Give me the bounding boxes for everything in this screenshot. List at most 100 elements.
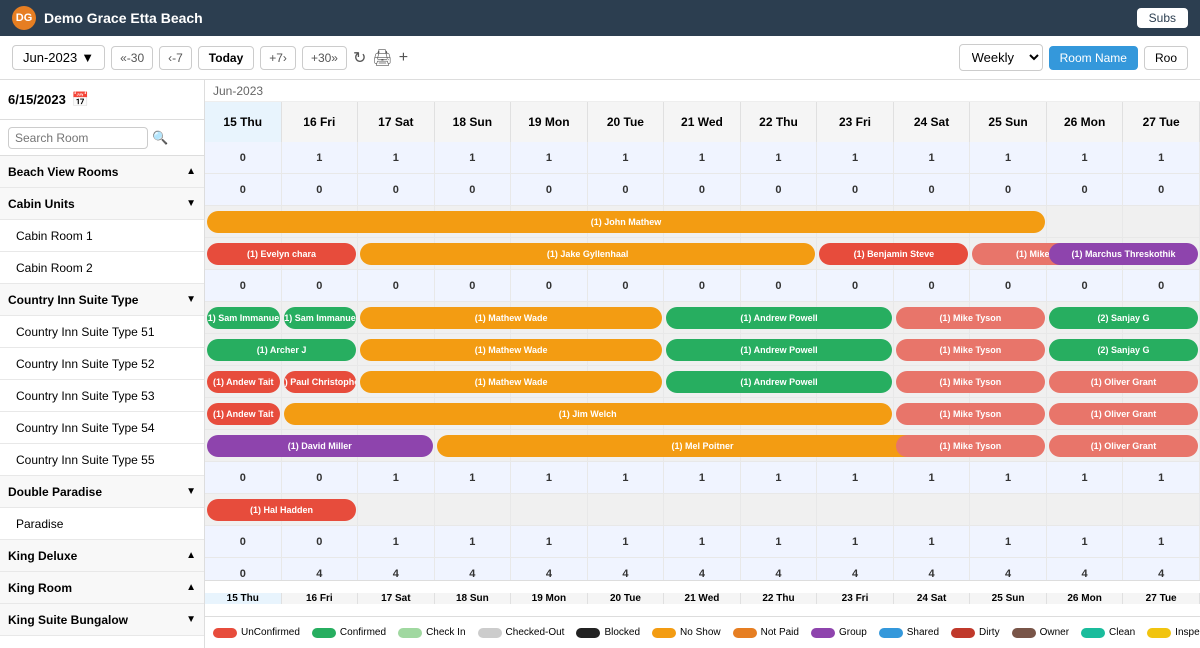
grid-cell-10-5[interactable]: 1 bbox=[588, 462, 665, 493]
room-type-button[interactable]: Roo bbox=[1144, 46, 1188, 70]
add-icon[interactable]: + bbox=[399, 49, 408, 67]
grid-cell-0-1[interactable]: 1 bbox=[282, 142, 359, 173]
grid-cell-11-9[interactable] bbox=[894, 494, 971, 525]
grid-cell-13-8[interactable]: 4 bbox=[817, 558, 894, 580]
grid-cell-10-3[interactable]: 1 bbox=[435, 462, 512, 493]
grid-cell-0-8[interactable]: 1 bbox=[817, 142, 894, 173]
grid-cell-12-2[interactable]: 1 bbox=[358, 526, 435, 557]
grid-cell-12-6[interactable]: 1 bbox=[664, 526, 741, 557]
grid-cell-10-7[interactable]: 1 bbox=[741, 462, 818, 493]
grid-cell-13-12[interactable]: 4 bbox=[1123, 558, 1200, 580]
grid-cell-1-1[interactable]: 0 bbox=[282, 174, 359, 205]
booking-bar[interactable]: (1) Mathew Wade bbox=[360, 339, 662, 361]
grid-cell-11-6[interactable] bbox=[664, 494, 741, 525]
booking-bar[interactable]: (1) Mike Tyson bbox=[896, 371, 1045, 393]
grid-cell-13-0[interactable]: 0 bbox=[205, 558, 282, 580]
grid-cell-1-4[interactable]: 0 bbox=[511, 174, 588, 205]
grid-cell-2-11[interactable] bbox=[1047, 206, 1124, 237]
grid-cell-4-11[interactable]: 0 bbox=[1047, 270, 1124, 301]
grid-cell-10-6[interactable]: 1 bbox=[664, 462, 741, 493]
grid-cell-12-7[interactable]: 1 bbox=[741, 526, 818, 557]
grid-cell-4-12[interactable]: 0 bbox=[1123, 270, 1200, 301]
booking-bar[interactable]: (2) Sanjay G bbox=[1049, 307, 1198, 329]
grid-cell-10-1[interactable]: 0 bbox=[282, 462, 359, 493]
sidebar-item-cabin-room-1[interactable]: Cabin Room 1 bbox=[0, 220, 204, 252]
refresh-icon[interactable]: ↻ bbox=[353, 48, 366, 68]
grid-cell-1-7[interactable]: 0 bbox=[741, 174, 818, 205]
booking-bar[interactable]: (1) Mike Tyson bbox=[896, 403, 1045, 425]
grid-cell-12-0[interactable]: 0 bbox=[205, 526, 282, 557]
grid-cell-0-3[interactable]: 1 bbox=[435, 142, 512, 173]
grid-cell-10-12[interactable]: 1 bbox=[1123, 462, 1200, 493]
grid-cell-0-9[interactable]: 1 bbox=[894, 142, 971, 173]
sidebar-item-paradise[interactable]: Paradise bbox=[0, 508, 204, 540]
sidebar-item-beach-view-rooms[interactable]: Beach View Rooms ▲ bbox=[0, 156, 204, 188]
grid-cell-13-6[interactable]: 4 bbox=[664, 558, 741, 580]
grid-cell-11-11[interactable] bbox=[1047, 494, 1124, 525]
grid-cell-0-6[interactable]: 1 bbox=[664, 142, 741, 173]
grid-cell-13-9[interactable]: 4 bbox=[894, 558, 971, 580]
booking-bar[interactable]: (1) Sam Immanuel bbox=[207, 307, 280, 329]
grid-cell-1-11[interactable]: 0 bbox=[1047, 174, 1124, 205]
grid-cell-12-5[interactable]: 1 bbox=[588, 526, 665, 557]
grid-cell-13-4[interactable]: 4 bbox=[511, 558, 588, 580]
booking-bar[interactable]: (1) Andrew Powell bbox=[666, 371, 892, 393]
grid-cell-4-2[interactable]: 0 bbox=[358, 270, 435, 301]
grid-cell-12-10[interactable]: 1 bbox=[970, 526, 1047, 557]
grid-cell-1-2[interactable]: 0 bbox=[358, 174, 435, 205]
booking-bar[interactable]: (1) Benjamin Steve bbox=[819, 243, 968, 265]
booking-bar[interactable]: (1) Andrew Powell bbox=[666, 339, 892, 361]
nav-minus7-button[interactable]: ‹-7 bbox=[159, 46, 192, 70]
booking-bar[interactable]: (1) Sam Immanuel bbox=[284, 307, 357, 329]
sidebar-item-king-room[interactable]: King Room ▲ bbox=[0, 572, 204, 604]
grid-cell-12-1[interactable]: 0 bbox=[282, 526, 359, 557]
grid-cell-10-9[interactable]: 1 bbox=[894, 462, 971, 493]
grid-cell-4-1[interactable]: 0 bbox=[282, 270, 359, 301]
grid-cell-1-9[interactable]: 0 bbox=[894, 174, 971, 205]
grid-cell-11-10[interactable] bbox=[970, 494, 1047, 525]
sidebar-item-king-deluxe[interactable]: King Deluxe ▲ bbox=[0, 540, 204, 572]
grid-cell-1-8[interactable]: 0 bbox=[817, 174, 894, 205]
nav-plus7-button[interactable]: +7› bbox=[260, 46, 296, 70]
sidebar-item-king-suite-bungalow[interactable]: King Suite Bungalow ▼ bbox=[0, 604, 204, 636]
grid-cell-1-6[interactable]: 0 bbox=[664, 174, 741, 205]
grid-cell-1-3[interactable]: 0 bbox=[435, 174, 512, 205]
grid-cell-12-4[interactable]: 1 bbox=[511, 526, 588, 557]
grid-cell-11-3[interactable] bbox=[435, 494, 512, 525]
booking-bar[interactable]: (1) Andew Tait bbox=[207, 371, 280, 393]
search-icon[interactable]: 🔍 bbox=[152, 130, 168, 146]
grid-cell-12-9[interactable]: 1 bbox=[894, 526, 971, 557]
booking-bar[interactable]: (2) Sanjay G bbox=[1049, 339, 1198, 361]
grid-cell-4-7[interactable]: 0 bbox=[741, 270, 818, 301]
booking-bar[interactable]: (1) Oliver Grant bbox=[1049, 435, 1198, 457]
grid-cell-11-12[interactable] bbox=[1123, 494, 1200, 525]
grid-cell-1-12[interactable]: 0 bbox=[1123, 174, 1200, 205]
sidebar-item-country-55[interactable]: Country Inn Suite Type 55 bbox=[0, 444, 204, 476]
booking-bar[interactable]: (1) Archer J bbox=[207, 339, 356, 361]
grid-cell-4-0[interactable]: 0 bbox=[205, 270, 282, 301]
today-button[interactable]: Today bbox=[198, 46, 254, 70]
booking-bar[interactable]: (1) Oliver Grant bbox=[1049, 371, 1198, 393]
sidebar-item-double-paradise[interactable]: Double Paradise ▼ bbox=[0, 476, 204, 508]
booking-bar[interactable]: (1) Hal Hadden bbox=[207, 499, 356, 521]
grid-cell-4-6[interactable]: 0 bbox=[664, 270, 741, 301]
booking-bar[interactable]: (1) Mel Poitner bbox=[437, 435, 969, 457]
booking-bar[interactable]: (1) Mathew Wade bbox=[360, 371, 662, 393]
grid-cell-4-8[interactable]: 0 bbox=[817, 270, 894, 301]
sidebar-item-country-51[interactable]: Country Inn Suite Type 51 bbox=[0, 316, 204, 348]
grid-cell-0-12[interactable]: 1 bbox=[1123, 142, 1200, 173]
grid-cell-12-8[interactable]: 1 bbox=[817, 526, 894, 557]
grid-cell-10-10[interactable]: 1 bbox=[970, 462, 1047, 493]
grid-cell-4-9[interactable]: 0 bbox=[894, 270, 971, 301]
subs-button[interactable]: Subs bbox=[1137, 8, 1188, 28]
sidebar-item-country-53[interactable]: Country Inn Suite Type 53 bbox=[0, 380, 204, 412]
booking-bar[interactable]: (1) Paul Christopher bbox=[284, 371, 357, 393]
grid-cell-13-5[interactable]: 4 bbox=[588, 558, 665, 580]
grid-cell-0-5[interactable]: 1 bbox=[588, 142, 665, 173]
grid-cell-13-7[interactable]: 4 bbox=[741, 558, 818, 580]
grid-cell-0-10[interactable]: 1 bbox=[970, 142, 1047, 173]
booking-bar[interactable]: (1) Andrew Powell bbox=[666, 307, 892, 329]
grid-cell-4-10[interactable]: 0 bbox=[970, 270, 1047, 301]
grid-cell-13-1[interactable]: 4 bbox=[282, 558, 359, 580]
booking-bar[interactable]: (1) Jake Gyllenhaal bbox=[360, 243, 815, 265]
